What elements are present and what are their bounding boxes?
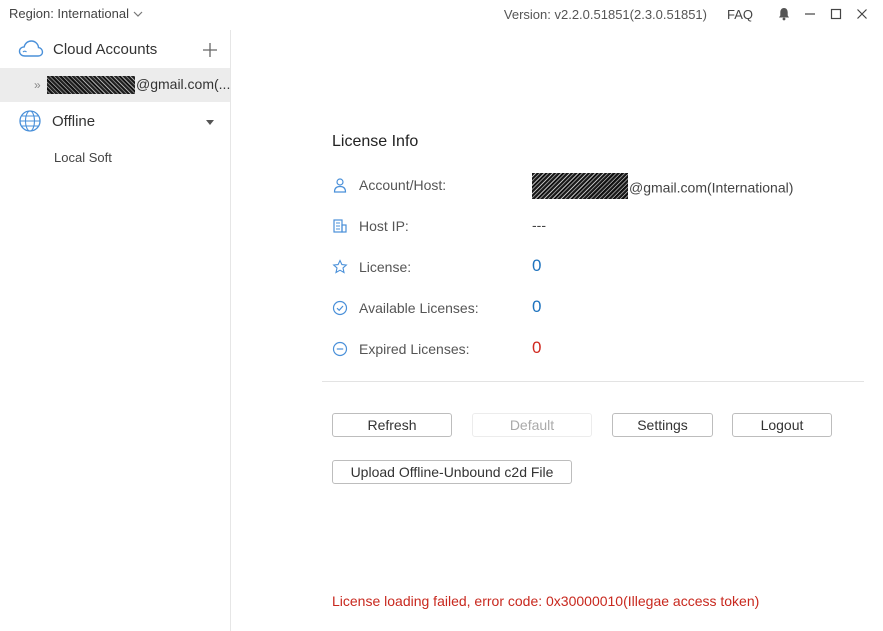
chevron-down-icon [133, 11, 143, 17]
default-button[interactable]: Default [472, 413, 592, 437]
upload-c2d-file-button[interactable]: Upload Offline-Unbound c2d File [332, 460, 572, 484]
host-ip-label: Host IP: [359, 218, 409, 234]
account-host-label: Account/Host: [359, 177, 447, 193]
available-licenses-value: 0 [532, 297, 542, 316]
divider [322, 381, 864, 382]
user-icon [333, 178, 347, 193]
maximize-button[interactable] [823, 0, 849, 28]
info-row-license: License: 0 [332, 255, 852, 279]
title-bar: Region: International Version: v2.2.0.51… [0, 0, 883, 28]
sidebar-item-offline[interactable]: Offline [0, 106, 230, 136]
error-message: License loading failed, error code: 0x30… [332, 593, 760, 609]
sidebar-item-cloud-accounts[interactable]: Cloud Accounts [0, 36, 230, 64]
host-ip-value: --- [532, 217, 546, 233]
close-icon [857, 9, 867, 19]
bell-icon [779, 8, 789, 21]
cloud-accounts-label: Cloud Accounts [53, 41, 158, 58]
redacted-account [532, 173, 628, 199]
region-label: Region: International [9, 6, 129, 21]
check-circle-icon [332, 300, 348, 316]
info-row-host-ip: Host IP: --- [332, 214, 852, 238]
account-email: @gmail.com(... [136, 76, 231, 92]
double-chevron-icon: » [34, 78, 41, 92]
notifications-button[interactable] [771, 0, 797, 28]
close-button[interactable] [849, 0, 875, 28]
sidebar: Cloud Accounts » @gmail.com(... Offline … [0, 30, 231, 631]
sidebar-item-account[interactable]: » @gmail.com(... [0, 68, 230, 102]
star-icon [332, 259, 348, 274]
local-soft-label: Local Soft [54, 150, 112, 165]
settings-button[interactable]: Settings [612, 413, 713, 437]
minimize-icon [805, 13, 815, 15]
expired-licenses-value: 0 [532, 338, 542, 357]
cloud-icon [18, 40, 44, 57]
info-row-expired-licenses: Expired Licenses: 0 [332, 337, 852, 361]
caret-down-icon[interactable] [206, 120, 214, 125]
offline-label: Offline [52, 113, 96, 130]
available-licenses-label: Available Licenses: [359, 300, 479, 316]
minus-circle-icon [332, 341, 348, 357]
maximize-icon [830, 8, 842, 20]
info-row-available-licenses: Available Licenses: 0 [332, 296, 852, 320]
add-icon[interactable] [202, 42, 218, 58]
expired-licenses-label: Expired Licenses: [359, 341, 470, 357]
sidebar-item-local-soft[interactable]: Local Soft [0, 148, 230, 168]
redacted-username [47, 76, 135, 94]
license-label: License: [359, 259, 412, 275]
info-row-account-host: Account/Host: @gmail.com(International) [332, 173, 852, 199]
minimize-button[interactable] [797, 0, 823, 28]
version-label: Version: v2.2.0.51851(2.3.0.51851) [503, 6, 707, 22]
account-host-value: @gmail.com(International) [532, 173, 793, 202]
refresh-button[interactable]: Refresh [332, 413, 452, 437]
main-panel: License Info Account/Host: @gmail.com(In… [231, 30, 883, 631]
logout-button[interactable]: Logout [732, 413, 832, 437]
license-info-title: License Info [332, 133, 419, 150]
region-selector[interactable]: Region: International [9, 6, 143, 21]
license-value: 0 [532, 256, 542, 275]
globe-icon [19, 110, 41, 132]
building-icon [333, 219, 347, 233]
faq-link[interactable]: FAQ [727, 7, 753, 22]
